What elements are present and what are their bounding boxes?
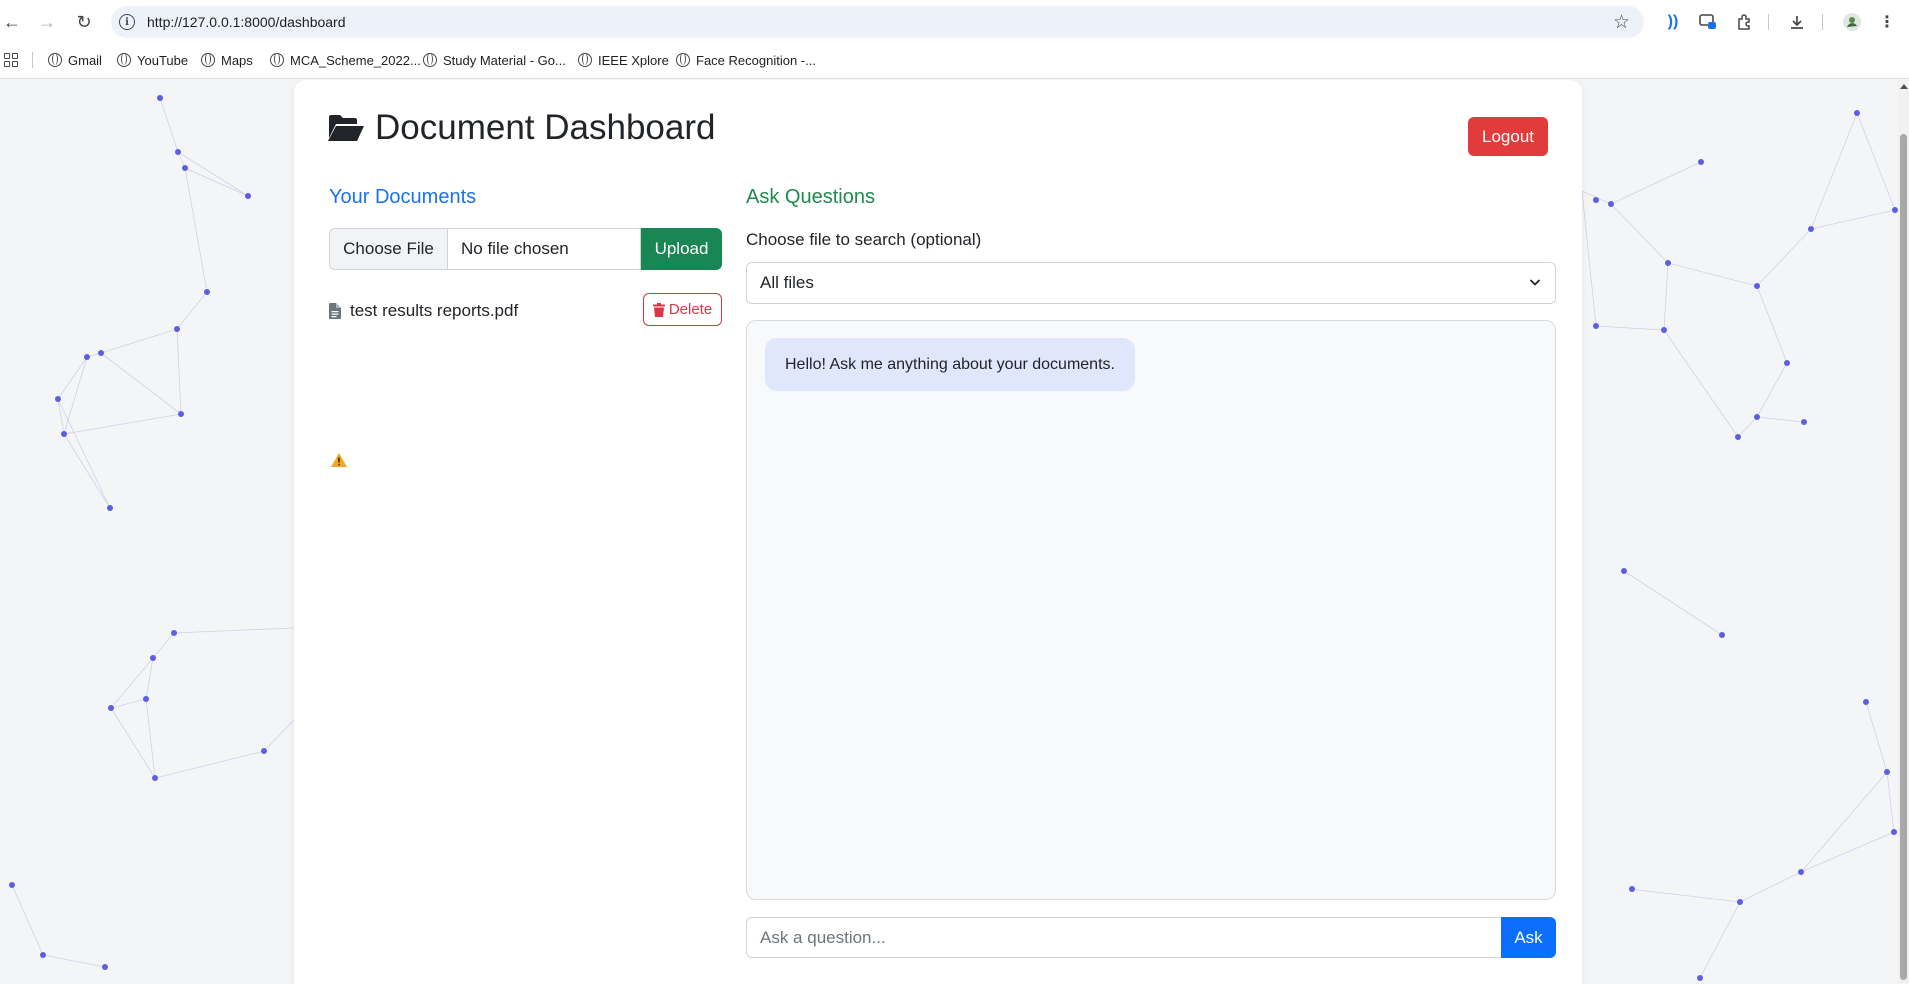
site-info-icon[interactable]: i bbox=[119, 14, 135, 30]
chevron-down-icon bbox=[1529, 279, 1541, 286]
file-select[interactable]: All files bbox=[746, 262, 1556, 304]
bookmark-label: Gmail bbox=[68, 52, 102, 68]
globe-icon bbox=[578, 53, 592, 67]
bookmark-youtube[interactable]: YouTube bbox=[117, 50, 188, 70]
choose-file-button[interactable]: Choose File bbox=[330, 229, 448, 269]
globe-icon bbox=[270, 53, 284, 67]
bookmark-label: IEEE Xplore bbox=[598, 52, 669, 68]
download-icon[interactable] bbox=[1785, 10, 1809, 34]
file-select-value: All files bbox=[760, 273, 814, 292]
toolbar-separator bbox=[1768, 14, 1769, 30]
forward-arrow-icon[interactable]: → bbox=[33, 8, 61, 36]
tab-search-icon[interactable] bbox=[1696, 10, 1720, 34]
scrollbar-thumb[interactable] bbox=[1900, 134, 1907, 980]
page-title: Document Dashboard bbox=[327, 108, 715, 148]
read-aloud-icon[interactable]: )) bbox=[1661, 10, 1685, 34]
delete-button[interactable]: Delete bbox=[643, 293, 722, 326]
file-icon bbox=[329, 303, 341, 319]
page-title-text: Document Dashboard bbox=[375, 108, 716, 147]
bookmark-label: YouTube bbox=[137, 52, 189, 68]
bookmark-star-icon[interactable]: ☆ bbox=[1613, 11, 1630, 34]
upload-button[interactable]: Upload bbox=[641, 228, 722, 270]
page-scrollbar[interactable] bbox=[1898, 80, 1909, 984]
bookmark-face-recognition[interactable]: Face Recognition -... bbox=[676, 50, 816, 70]
bookmark-label: Face Recognition -... bbox=[696, 52, 816, 68]
toolbar-separator bbox=[1822, 14, 1823, 30]
dashboard-card: Document Dashboard Logout Your Documents… bbox=[294, 80, 1582, 984]
bookmark-label: MCA_Scheme_2022... bbox=[290, 52, 421, 68]
ask-questions-heading: Ask Questions bbox=[746, 186, 875, 208]
globe-icon bbox=[48, 53, 62, 67]
extensions-icon[interactable] bbox=[1732, 10, 1756, 34]
scroll-up-arrow-icon[interactable] bbox=[1900, 84, 1908, 89]
reload-icon[interactable]: ↻ bbox=[70, 8, 98, 36]
bookmark-gmail[interactable]: Gmail bbox=[48, 50, 102, 70]
warning-icon bbox=[331, 453, 347, 467]
apps-grid-icon[interactable] bbox=[4, 53, 18, 67]
bookmark-label: Study Material - Go... bbox=[443, 52, 566, 68]
folder-open-icon bbox=[328, 115, 364, 141]
globe-icon bbox=[676, 53, 690, 67]
chat-message-bot: Hello! Ask me anything about your docume… bbox=[765, 338, 1135, 391]
question-input[interactable] bbox=[746, 917, 1501, 958]
globe-icon bbox=[201, 53, 215, 67]
logout-button[interactable]: Logout bbox=[1468, 117, 1548, 156]
document-name[interactable]: test results reports.pdf bbox=[350, 301, 518, 321]
menu-kebab-icon[interactable]: ⋮ bbox=[1875, 10, 1899, 34]
url-text[interactable]: http://127.0.0.1:8000/dashboard bbox=[147, 14, 346, 30]
profile-avatar-icon[interactable] bbox=[1840, 10, 1864, 34]
trash-icon bbox=[652, 302, 665, 317]
delete-label: Delete bbox=[668, 301, 713, 318]
browser-toolbar: ← → ↻ i http://127.0.0.1:8000/dashboard … bbox=[0, 0, 1909, 44]
file-select-label: Choose file to search (optional) bbox=[746, 230, 982, 249]
document-list-item: test results reports.pdf Delete bbox=[329, 293, 722, 329]
bookmark-study-material[interactable]: Study Material - Go... bbox=[423, 50, 566, 70]
bookmarks-separator bbox=[32, 52, 33, 68]
chat-window: Hello! Ask me anything about your docume… bbox=[746, 320, 1556, 900]
no-file-chosen-text: No file chosen bbox=[461, 239, 569, 258]
bookmark-mca-scheme[interactable]: MCA_Scheme_2022... bbox=[270, 50, 421, 70]
globe-icon bbox=[423, 53, 437, 67]
ask-button[interactable]: Ask bbox=[1501, 917, 1556, 958]
bookmark-maps[interactable]: Maps bbox=[201, 50, 253, 70]
back-arrow-icon[interactable]: ← bbox=[0, 8, 26, 36]
bookmark-ieee-xplore[interactable]: IEEE Xplore bbox=[578, 50, 669, 70]
bookmark-label: Maps bbox=[221, 52, 253, 68]
address-bar[interactable]: i http://127.0.0.1:8000/dashboard ☆ bbox=[111, 6, 1644, 38]
page-viewport: Document Dashboard Logout Your Documents… bbox=[0, 80, 1898, 984]
globe-icon bbox=[117, 53, 131, 67]
file-input[interactable]: Choose File No file chosen bbox=[329, 228, 641, 270]
your-documents-heading: Your Documents bbox=[329, 186, 477, 208]
